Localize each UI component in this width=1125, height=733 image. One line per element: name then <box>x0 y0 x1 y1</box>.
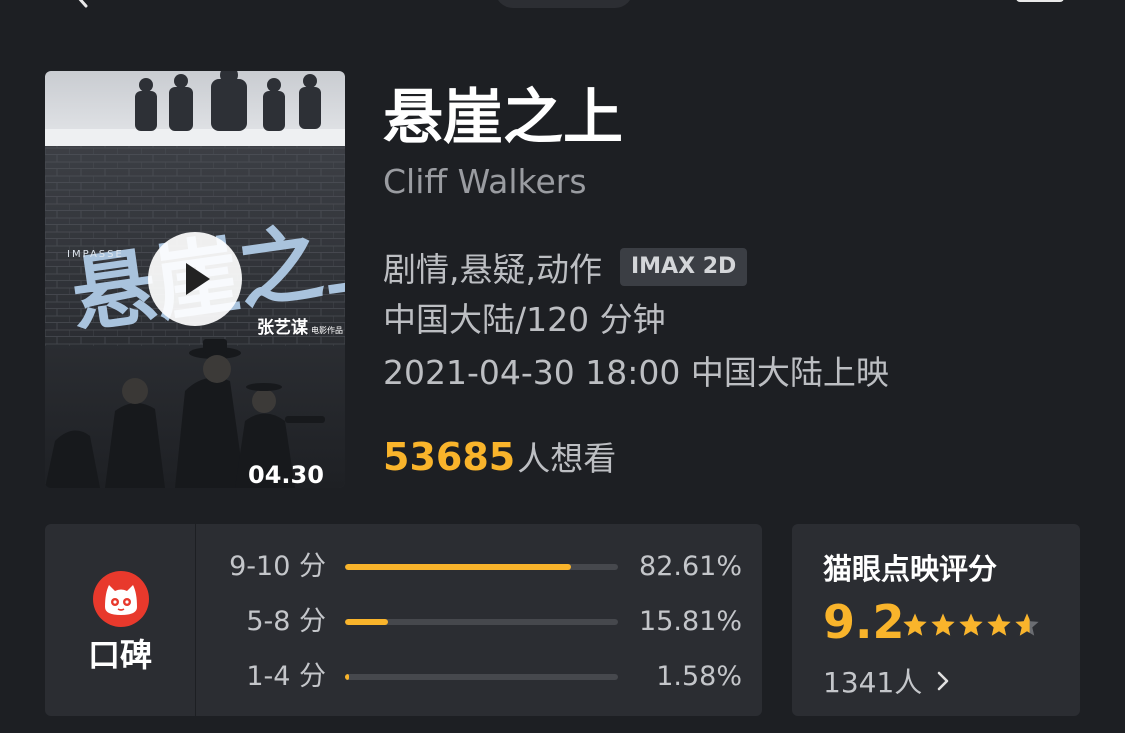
release-info: 2021-04-30 18:00 中国大陆上映 <box>383 353 889 392</box>
poster-impasse-text: IMPASSE <box>67 249 124 260</box>
star-rating <box>902 612 1040 638</box>
poster-director: 张艺谋 <box>257 317 309 338</box>
top-center-pill[interactable] <box>495 0 633 8</box>
movie-genres: 剧情,悬疑,动作 <box>383 250 602 289</box>
rating-bar-track <box>345 564 618 570</box>
poster-director-sub: 电影作品 <box>311 325 343 335</box>
genres-row: 剧情,悬疑,动作 IMAX 2D <box>383 244 748 290</box>
star-icon <box>1015 613 1039 636</box>
chevron-right-icon <box>937 671 949 691</box>
rating-row-label: 9-10 分 <box>229 551 326 582</box>
maoyan-score-panel[interactable]: 猫眼点映评分 9.2 1341人 <box>792 524 1080 716</box>
rating-row-percent: 15.81% <box>639 606 742 637</box>
rating-bar-track <box>345 619 618 625</box>
poster-date: 04.30 <box>248 461 324 488</box>
rating-row-5-8: 5-8 分 15.81% <box>195 600 762 644</box>
star-icon <box>987 613 1011 636</box>
movie-english-title: Cliff Walkers <box>383 162 587 201</box>
star-icon <box>903 613 927 636</box>
rating-row-9-10: 9-10 分 82.61% <box>195 545 762 589</box>
score-title: 猫眼点映评分 <box>823 552 998 586</box>
back-arrow-icon[interactable] <box>70 0 92 8</box>
format-badge: IMAX 2D <box>619 248 748 286</box>
star-icon <box>931 613 955 636</box>
play-trailer-button[interactable] <box>148 232 242 326</box>
want-label: 人想看 <box>517 439 617 478</box>
rating-row-label: 5-8 分 <box>246 606 326 637</box>
rating-row-percent: 82.61% <box>639 551 742 582</box>
share-icon[interactable] <box>1016 0 1064 2</box>
star-icon <box>959 613 983 636</box>
movie-poster[interactable]: 悬崖之上 IMPASSE 张艺谋 电影作品 04.30 <box>45 71 345 488</box>
rating-row-percent: 1.58% <box>656 661 742 692</box>
score-value: 9.2 <box>823 595 905 649</box>
rating-row-label: 1-4 分 <box>246 661 326 692</box>
region-duration: 中国大陆/120 分钟 <box>383 300 666 339</box>
rating-row-1-4: 1-4 分 1.58% <box>195 655 762 699</box>
want-count: 53685 <box>383 435 516 479</box>
score-count: 1341人 <box>823 666 923 699</box>
maoyan-cat-logo-icon <box>93 571 149 627</box>
koubei-label: 口碑 <box>87 636 152 674</box>
koubei-cell: 口碑 <box>45 524 196 716</box>
rating-bar-fill <box>345 674 350 680</box>
rating-bar-fill <box>345 619 389 625</box>
score-count-row[interactable]: 1341人 <box>823 661 950 701</box>
rating-bar-fill <box>345 564 571 570</box>
want-to-watch: 53685人想看 <box>383 432 616 490</box>
movie-title: 悬崖之上 <box>383 83 623 153</box>
play-icon <box>186 263 210 295</box>
top-bar <box>0 0 1125 20</box>
rating-bar-track <box>345 674 618 680</box>
